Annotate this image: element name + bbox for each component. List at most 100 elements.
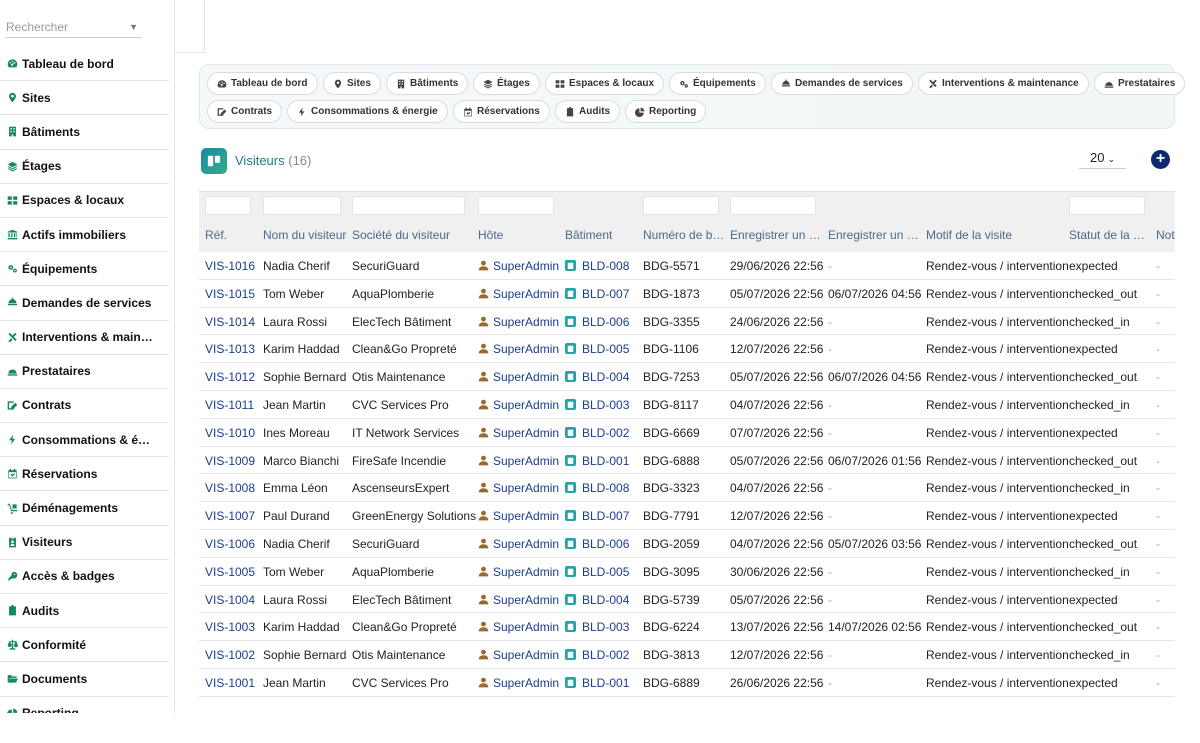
sidebar-item-sites[interactable]: Sites: [0, 81, 169, 116]
column-header[interactable]: Motif de la visite: [926, 228, 1066, 242]
ref-link[interactable]: VIS-1010: [205, 426, 265, 440]
quicknav-prestataires[interactable]: Prestataires: [1094, 72, 1186, 95]
quicknav-reporting[interactable]: Reporting: [625, 100, 707, 123]
ref-link[interactable]: VIS-1013: [205, 342, 265, 356]
ref-link[interactable]: VIS-1011: [205, 398, 265, 412]
ref-link[interactable]: VIS-1015: [205, 287, 265, 301]
table-row[interactable]: VIS-1016 Nadia Cherif SecuriGuard SuperAdmi…: [199, 252, 1175, 280]
host-link[interactable]: SuperAdmin: [478, 676, 566, 690]
host-link[interactable]: SuperAdmin: [478, 620, 566, 634]
column-header[interactable]: Statut de la …: [1069, 228, 1153, 242]
ref-link[interactable]: VIS-1005: [205, 565, 265, 579]
building-link[interactable]: BLD-007: [565, 287, 645, 301]
quicknav-etages[interactable]: Étages: [473, 72, 540, 95]
table-row[interactable]: VIS-1015 Tom Weber AquaPlomberie SuperAdmin…: [199, 280, 1175, 308]
sidebar-item-prestataires[interactable]: Prestataires: [0, 355, 169, 389]
ref-link[interactable]: VIS-1009: [205, 454, 265, 468]
quicknav-sites[interactable]: Sites: [323, 72, 381, 95]
ref-link[interactable]: VIS-1014: [205, 315, 265, 329]
building-link[interactable]: BLD-008: [565, 259, 645, 273]
building-link[interactable]: BLD-004: [565, 593, 645, 607]
ref-link[interactable]: VIS-1004: [205, 593, 265, 607]
sidebar-item-etages[interactable]: Étages: [0, 150, 169, 184]
column-header[interactable]: Enregistrer un …: [730, 228, 825, 242]
add-visitor-button[interactable]: +: [1151, 150, 1170, 169]
sidebar-item-conformite[interactable]: Conformité: [0, 628, 169, 663]
host-link[interactable]: SuperAdmin: [478, 287, 566, 301]
quicknav-demandes-de-services[interactable]: Demandes de services: [771, 72, 913, 95]
table-row[interactable]: VIS-1012 Sophie Bernard Otis Maintenance Su…: [199, 363, 1175, 391]
quicknav-reservations[interactable]: Réservations: [453, 100, 550, 123]
sidebar-item-demandes-de-services[interactable]: Demandes de services: [0, 286, 169, 321]
table-row[interactable]: VIS-1006 Nadia Cherif SecuriGuard SuperAdmi…: [199, 530, 1175, 558]
column-filter-input[interactable]: [263, 196, 341, 215]
host-link[interactable]: SuperAdmin: [478, 454, 566, 468]
sidebar-item-reporting[interactable]: Reporting: [0, 697, 169, 713]
table-row[interactable]: VIS-1001 Jean Martin CVC Services Pro Super…: [199, 669, 1175, 697]
column-header[interactable]: Numéro de b…: [643, 228, 727, 242]
chevron-down-icon[interactable]: ▼: [129, 18, 138, 36]
host-link[interactable]: SuperAdmin: [478, 426, 566, 440]
sidebar-item-equipements[interactable]: Équipements: [0, 252, 169, 287]
quicknav-interventions-maintenance[interactable]: Interventions & maintenance: [918, 72, 1089, 95]
column-filter-input[interactable]: [205, 196, 251, 215]
host-link[interactable]: SuperAdmin: [478, 537, 566, 551]
host-link[interactable]: SuperAdmin: [478, 342, 566, 356]
table-row[interactable]: VIS-1014 Laura Rossi ElecTech Bâtiment Supe…: [199, 308, 1175, 336]
column-header[interactable]: Hôte: [478, 228, 562, 242]
building-link[interactable]: BLD-004: [565, 370, 645, 384]
sidebar-item-visiteurs[interactable]: Visiteurs: [0, 526, 169, 560]
building-link[interactable]: BLD-002: [565, 426, 645, 440]
sidebar-item-audits[interactable]: Audits: [0, 594, 169, 629]
quicknav-audits[interactable]: Audits: [555, 100, 621, 123]
table-row[interactable]: VIS-1008 Emma Léon AscenseursExpert SuperAd…: [199, 474, 1175, 503]
ref-link[interactable]: VIS-1002: [205, 648, 265, 662]
table-row[interactable]: VIS-1005 Tom Weber AquaPlomberie SuperAdmin…: [199, 558, 1175, 586]
table-row[interactable]: VIS-1003 Karim Haddad Clean&Go Propreté Sup…: [199, 613, 1175, 642]
table-row[interactable]: VIS-1011 Jean Martin CVC Services Pro Super…: [199, 391, 1175, 419]
table-row[interactable]: VIS-1007 Paul Durand GreenEnergy Solutions…: [199, 502, 1175, 530]
quicknav-espaces-locaux[interactable]: Espaces & locaux: [545, 72, 665, 95]
host-link[interactable]: SuperAdmin: [478, 370, 566, 384]
column-header[interactable]: Société du visiteur: [352, 228, 476, 242]
table-row[interactable]: VIS-1010 Ines Moreau IT Network Services Su…: [199, 419, 1175, 447]
page-size-select[interactable]: 20 ⌄: [1079, 149, 1126, 169]
building-link[interactable]: BLD-002: [565, 648, 645, 662]
ref-link[interactable]: VIS-1006: [205, 537, 265, 551]
host-link[interactable]: SuperAdmin: [478, 648, 566, 662]
column-filter-input[interactable]: [730, 196, 816, 215]
ref-link[interactable]: VIS-1008: [205, 481, 265, 495]
building-link[interactable]: BLD-007: [565, 509, 645, 523]
ref-link[interactable]: VIS-1003: [205, 620, 265, 634]
building-link[interactable]: BLD-003: [565, 398, 645, 412]
building-link[interactable]: BLD-006: [565, 537, 645, 551]
sidebar-item-contrats[interactable]: Contrats: [0, 389, 169, 424]
column-header[interactable]: Nom du visiteur: [263, 228, 349, 242]
sidebar-item-batiments[interactable]: Bâtiments: [0, 115, 169, 150]
column-filter-input[interactable]: [643, 196, 719, 215]
quicknav-batiments[interactable]: Bâtiments: [386, 72, 469, 95]
building-link[interactable]: BLD-005: [565, 342, 645, 356]
quicknav-equipements[interactable]: Équipements: [669, 72, 766, 95]
column-filter-input[interactable]: [1069, 196, 1145, 215]
building-link[interactable]: BLD-005: [565, 565, 645, 579]
host-link[interactable]: SuperAdmin: [478, 315, 566, 329]
quicknav-tableau-de-bord[interactable]: Tableau de bord: [207, 72, 318, 95]
table-row[interactable]: VIS-1004 Laura Rossi ElecTech Bâtiment Supe…: [199, 586, 1175, 614]
sidebar-item-espaces-locaux[interactable]: Espaces & locaux: [0, 184, 169, 218]
building-link[interactable]: BLD-008: [565, 481, 645, 495]
column-header[interactable]: Réf.: [205, 228, 261, 242]
sidebar-item-interventions-main[interactable]: Interventions & main…: [0, 321, 169, 355]
ref-link[interactable]: VIS-1007: [205, 509, 265, 523]
building-link[interactable]: BLD-006: [565, 315, 645, 329]
host-link[interactable]: SuperAdmin: [478, 259, 566, 273]
ref-link[interactable]: VIS-1012: [205, 370, 265, 384]
table-row[interactable]: VIS-1013 Karim Haddad Clean&Go Propreté Sup…: [199, 335, 1175, 364]
quicknav-contrats[interactable]: Contrats: [207, 100, 283, 123]
table-row[interactable]: VIS-1002 Sophie Bernard Otis Maintenance Su…: [199, 641, 1175, 669]
column-header[interactable]: Enregistrer un …: [828, 228, 923, 242]
sidebar-item-consommations-e[interactable]: Consommations & é…: [0, 423, 169, 458]
host-link[interactable]: SuperAdmin: [478, 481, 566, 495]
ref-link[interactable]: VIS-1016: [205, 259, 265, 273]
host-link[interactable]: SuperAdmin: [478, 398, 566, 412]
